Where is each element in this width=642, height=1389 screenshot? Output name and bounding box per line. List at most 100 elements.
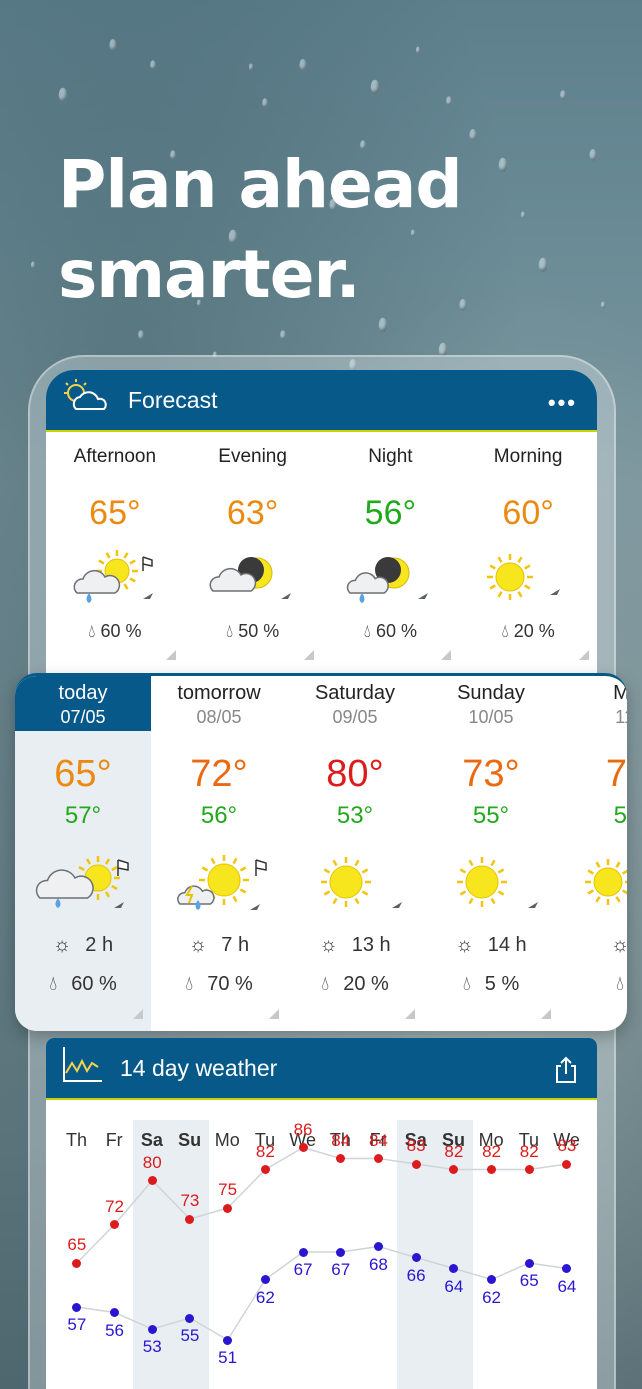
period-rain: 💧︎ 20 % bbox=[459, 621, 597, 642]
day-header: Mo 11/ bbox=[559, 676, 627, 731]
day-header: Saturday 09/05 bbox=[287, 676, 423, 731]
low-temp-label: 65 bbox=[519, 1271, 539, 1290]
raindrop bbox=[58, 87, 68, 103]
forecast-header: Forecast ••• bbox=[46, 370, 597, 432]
graph-icon bbox=[60, 1045, 104, 1091]
more-menu-button[interactable]: ••• bbox=[548, 390, 577, 416]
period-rain: 💧︎ 60 % bbox=[322, 621, 460, 642]
high-temp-label: 83 bbox=[557, 1136, 577, 1155]
low-temp-point bbox=[298, 1247, 308, 1257]
high-temp-point bbox=[487, 1165, 497, 1174]
expand-corner-icon bbox=[269, 1009, 279, 1019]
raindrop bbox=[150, 60, 156, 70]
sunshine-hours: ☼ 7 h bbox=[151, 934, 287, 957]
day-date: 09/05 bbox=[332, 707, 378, 727]
rain-drop-icon: 💧︎ bbox=[226, 621, 234, 641]
rain-value: 70 % bbox=[207, 973, 253, 995]
day-rain: 💧︎ 70 % bbox=[151, 973, 287, 996]
day-header: today 07/05 bbox=[15, 676, 151, 731]
low-temp-point bbox=[223, 1335, 233, 1345]
raindrop bbox=[538, 257, 548, 273]
raindrop bbox=[30, 261, 36, 269]
rain-drop-icon: 💧︎ bbox=[616, 973, 624, 995]
expand-corner-icon bbox=[303, 650, 314, 660]
low-temp-label: 64 bbox=[444, 1276, 464, 1296]
high-temp-label: 72 bbox=[105, 1196, 124, 1216]
low-temp-label: 57 bbox=[67, 1315, 87, 1334]
forecast-period[interactable]: Night 56° 💧︎ 60 % bbox=[322, 432, 460, 672]
sun-outline-icon: ☼ bbox=[188, 934, 208, 956]
share-icon bbox=[556, 1056, 576, 1083]
high-temp-point bbox=[185, 1214, 195, 1224]
sun-outline-icon: ☼ bbox=[455, 934, 474, 956]
high-temp-label: 86 bbox=[293, 1119, 313, 1139]
period-label: Afternoon bbox=[73, 446, 157, 467]
low-temp-label: 62 bbox=[482, 1287, 501, 1307]
day-low-temp: 56° bbox=[200, 802, 238, 829]
day-column[interactable]: Mo 11/ 75 51 ☼ 💧︎ bbox=[559, 676, 627, 1031]
raindrop bbox=[589, 149, 597, 161]
forecast-card: Forecast ••• Afternoon 65° 💧︎ 60 % Eveni… bbox=[46, 370, 597, 675]
period-rain: 💧︎ 60 % bbox=[46, 621, 184, 642]
expand-corner-icon bbox=[133, 1009, 143, 1019]
high-temp-label: 75 bbox=[218, 1180, 238, 1199]
share-button[interactable] bbox=[553, 1056, 579, 1090]
day-weather-icon bbox=[300, 852, 410, 918]
day-column-today[interactable]: today 07/05 65° 57° ☼ 2 h 💧︎ 60 % bbox=[15, 676, 151, 1031]
day-weather-icon bbox=[572, 852, 627, 918]
day-low-temp: 51 bbox=[613, 802, 627, 829]
high-temp-label: 84 bbox=[331, 1130, 351, 1150]
low-temp-point bbox=[110, 1308, 120, 1317]
sun-outline-icon: ☼ bbox=[611, 934, 627, 957]
low-temp-label: 64 bbox=[557, 1276, 577, 1296]
low-temp-label: 67 bbox=[331, 1260, 351, 1279]
day-rain: 💧︎ bbox=[559, 973, 627, 996]
period-label: Evening bbox=[218, 446, 287, 467]
period-temperature: 65° bbox=[89, 494, 141, 532]
rain-drop-icon: 💧︎ bbox=[185, 973, 194, 995]
period-rain: 💧︎ 50 % bbox=[184, 621, 322, 642]
high-temp-point bbox=[562, 1159, 572, 1169]
rain-value: 60 % bbox=[71, 973, 117, 995]
sunshine-value: 2 h bbox=[85, 934, 114, 956]
high-temp-label: 80 bbox=[142, 1152, 162, 1172]
day-column[interactable]: Sunday 10/05 73° 55° ☼ 14 h 💧︎ 5 % bbox=[423, 676, 559, 1031]
raindrop bbox=[446, 96, 452, 106]
high-temp-point bbox=[373, 1154, 383, 1163]
raindrop bbox=[415, 46, 421, 54]
rain-drop-icon: 💧︎ bbox=[462, 973, 471, 995]
raindrop bbox=[262, 98, 268, 108]
day-date: 07/05 bbox=[60, 707, 106, 727]
high-temp-label: 82 bbox=[519, 1141, 539, 1161]
high-temp-label: 65 bbox=[67, 1235, 87, 1254]
fourteen-day-header: 14 day weather bbox=[46, 1038, 597, 1100]
low-temp-label: 56 bbox=[105, 1320, 124, 1340]
day-column[interactable]: tomorrow 08/05 72° 56° ☼ 7 h 💧︎ 70 % bbox=[151, 676, 287, 1031]
cloud-sun-rain-icon bbox=[67, 547, 163, 607]
rain-drop-icon: 💧︎ bbox=[321, 973, 330, 995]
low-temp-point bbox=[185, 1313, 195, 1323]
day-rain: 💧︎ 60 % bbox=[15, 973, 151, 996]
sunshine-hours: ☼ 14 h bbox=[423, 934, 559, 957]
low-temp-label: 51 bbox=[218, 1348, 238, 1367]
low-temp-point bbox=[487, 1275, 497, 1284]
forecast-period[interactable]: Afternoon 65° 💧︎ 60 % bbox=[46, 432, 184, 672]
day-header: tomorrow 08/05 bbox=[151, 676, 287, 731]
day-header: Sunday 10/05 bbox=[423, 676, 559, 731]
high-temp-point bbox=[72, 1258, 82, 1268]
high-temp-point bbox=[223, 1203, 233, 1213]
headline: Plan ahead smarter. bbox=[58, 140, 463, 320]
expand-corner-icon bbox=[579, 650, 589, 660]
forecast-period[interactable]: Morning 60° 💧︎ 20 % bbox=[459, 432, 597, 672]
day-name: tomorrow bbox=[177, 682, 261, 704]
high-temp-label: 73 bbox=[180, 1191, 200, 1210]
forecast-period[interactable]: Evening 63° 💧︎ 50 % bbox=[184, 432, 322, 672]
day-column[interactable]: Saturday 09/05 80° 53° ☼ 13 h 💧︎ 20 % bbox=[287, 676, 423, 1031]
headline-line-2: smarter. bbox=[58, 236, 361, 313]
rain-drop-icon: 💧︎ bbox=[88, 621, 96, 641]
forecast-title: Forecast bbox=[128, 386, 218, 413]
day-high-temp: 73° bbox=[462, 753, 520, 795]
day-low-temp: 55° bbox=[472, 802, 510, 829]
raindrop bbox=[280, 330, 286, 340]
headline-line-1: Plan ahead bbox=[58, 146, 463, 223]
